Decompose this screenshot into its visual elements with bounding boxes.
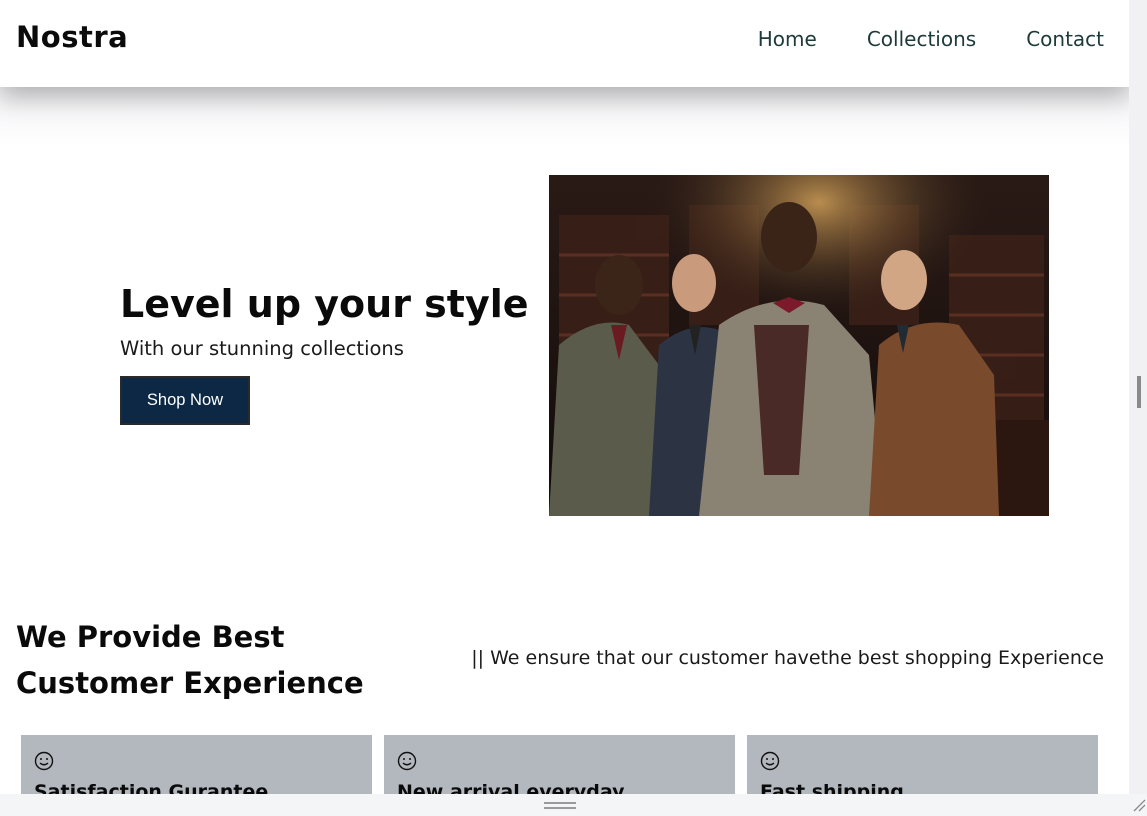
page: Nostra Home Collections Contact Level up…	[0, 0, 1129, 794]
brand-logo[interactable]: Nostra	[16, 20, 128, 54]
experience-description: || We ensure that our customer havethe b…	[471, 647, 1104, 669]
feature-card-title: New arrival everyday	[397, 781, 625, 794]
feature-card-title: Fast shipping	[760, 781, 904, 794]
smile-icon	[397, 751, 417, 771]
hero-image-illustration	[549, 175, 1049, 516]
scrollbar-thumb[interactable]	[1137, 376, 1141, 408]
smile-icon	[760, 751, 780, 771]
experience-title: We Provide Best Customer Experience	[16, 620, 364, 700]
site-header: Nostra Home Collections Contact	[0, 0, 1129, 87]
feature-card-new-arrival: New arrival everyday	[384, 735, 735, 794]
panel-resize-grip[interactable]	[544, 802, 576, 809]
resize-corner-icon[interactable]	[1132, 798, 1146, 812]
nav-home-link[interactable]: Home	[758, 27, 817, 51]
feature-card-fast-shipping: Fast shipping	[747, 735, 1098, 794]
nav-contact-link[interactable]: Contact	[1026, 27, 1104, 51]
header-shadow-band	[0, 87, 1129, 147]
feature-card-title: Satisfaction Gurantee	[34, 781, 269, 794]
hero-image	[549, 175, 1049, 516]
smile-icon	[34, 751, 54, 771]
hero-title: Level up your style	[120, 282, 529, 326]
nav-collections-link[interactable]: Collections	[867, 27, 976, 51]
shop-now-button[interactable]: Shop Now	[120, 376, 250, 425]
main-nav: Home Collections Contact	[758, 27, 1104, 51]
feature-card-satisfaction: Satisfaction Gurantee	[21, 735, 372, 794]
hero-subtitle: With our stunning collections	[120, 337, 404, 360]
feature-cards: Satisfaction Gurantee New arrival everyd…	[21, 735, 1098, 794]
